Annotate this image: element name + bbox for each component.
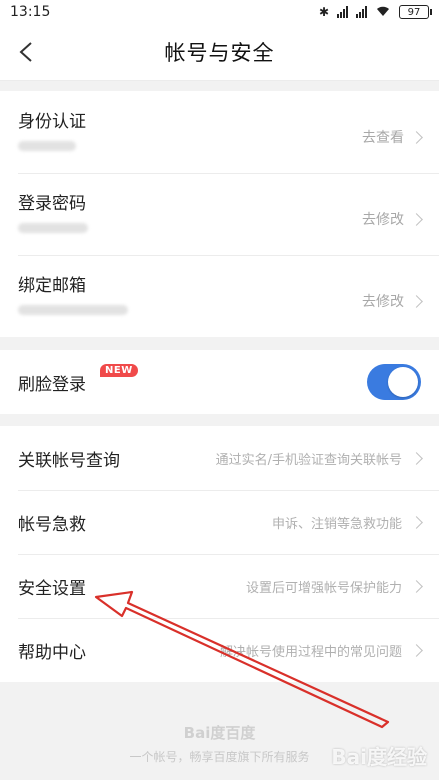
status-icons: ✱ 97 <box>318 5 432 20</box>
page-title: 帐号与安全 <box>164 41 275 65</box>
nav-bar: 帐号与安全 <box>0 24 439 81</box>
row-action: 去修改 <box>362 291 423 311</box>
row-label: 身份认证 <box>18 112 86 132</box>
face-login-label: 刷脸登录 <box>18 375 86 395</box>
baidu-logo: Bai度百度 <box>183 724 256 742</box>
email-row[interactable]: 绑定邮箱 去修改 <box>0 255 439 337</box>
signal-icon <box>337 6 348 18</box>
desc-text: 通过实名/手机验证查询关联帐号 <box>215 453 402 468</box>
masked-value <box>18 223 88 233</box>
chevron-left-icon <box>19 42 32 62</box>
new-badge: NEW <box>100 364 138 377</box>
password-row[interactable]: 登录密码 去修改 <box>0 173 439 255</box>
menu-label: 帮助中心 <box>18 643 86 663</box>
chevron-right-icon <box>410 452 423 465</box>
menu-desc: 设置后可增强帐号保护能力 <box>245 577 423 596</box>
menu-item-security-settings[interactable]: 安全设置 设置后可增强帐号保护能力 <box>0 554 439 618</box>
toggle-knob <box>388 367 418 397</box>
identity-row[interactable]: 身份认证 去查看 <box>0 91 439 173</box>
chevron-right-icon <box>410 212 423 226</box>
row-label: 绑定邮箱 <box>18 276 86 296</box>
chevron-right-icon <box>410 130 423 144</box>
status-bar: 13:15 ✱ 97 <box>0 0 439 24</box>
bluetooth-icon: ✱ <box>318 5 329 19</box>
watermark: Bai度经验 <box>331 745 427 769</box>
action-text: 去查看 <box>362 130 404 146</box>
menu-desc: 解决帐号使用过程中的常见问题 <box>219 641 423 660</box>
menu-label: 关联帐号查询 <box>18 451 120 471</box>
menu-desc: 通过实名/手机验证查询关联帐号 <box>215 449 423 468</box>
desc-text: 申诉、注销等急救功能 <box>271 517 402 532</box>
row-action: 去修改 <box>362 209 423 229</box>
row-label: 登录密码 <box>18 194 86 214</box>
menu-card: 关联帐号查询 通过实名/手机验证查询关联帐号 帐号急救 申诉、注销等急救功能 安… <box>0 426 439 682</box>
action-text: 去修改 <box>362 294 404 310</box>
desc-text: 设置后可增强帐号保护能力 <box>245 581 402 596</box>
action-text: 去修改 <box>362 212 404 228</box>
masked-value <box>18 305 128 315</box>
menu-item-account-rescue[interactable]: 帐号急救 申诉、注销等急救功能 <box>0 490 439 554</box>
chevron-right-icon <box>410 516 423 529</box>
signal-icon-2 <box>356 6 367 18</box>
chevron-right-icon <box>410 644 423 657</box>
account-card: 身份认证 去查看 登录密码 去修改 绑定邮箱 去修改 <box>0 91 439 337</box>
back-button[interactable] <box>10 36 42 68</box>
menu-label: 帐号急救 <box>18 515 86 535</box>
desc-text: 解决帐号使用过程中的常见问题 <box>219 645 402 660</box>
row-action: 去查看 <box>362 127 423 147</box>
menu-label: 安全设置 <box>18 579 86 599</box>
chevron-right-icon <box>410 580 423 593</box>
face-login-toggle[interactable] <box>367 364 421 400</box>
menu-item-linked-accounts[interactable]: 关联帐号查询 通过实名/手机验证查询关联帐号 <box>0 426 439 490</box>
face-login-row: 刷脸登录 NEW <box>0 350 439 414</box>
menu-desc: 申诉、注销等急救功能 <box>271 513 423 532</box>
status-time: 13:15 <box>10 4 51 20</box>
chevron-right-icon <box>410 294 423 308</box>
battery-icon: 97 <box>399 5 432 19</box>
menu-item-help-center[interactable]: 帮助中心 解决帐号使用过程中的常见问题 <box>0 618 439 682</box>
masked-value <box>18 141 76 151</box>
wifi-icon <box>375 5 391 20</box>
